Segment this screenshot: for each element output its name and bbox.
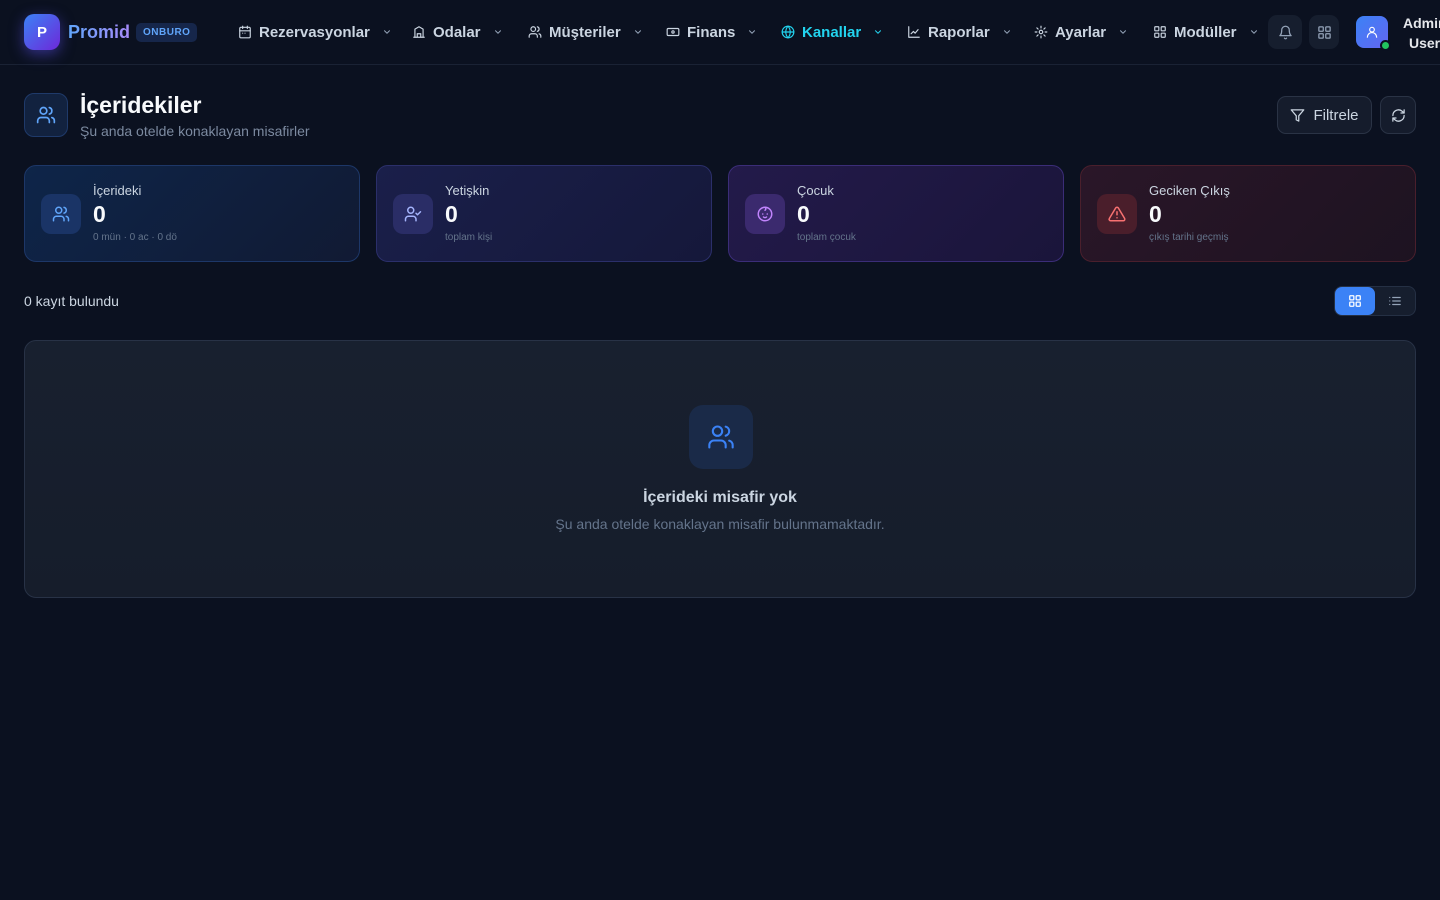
stat-label: İçerideki (93, 183, 142, 198)
page-subtitle: Şu anda otelde konaklayan misafirler (80, 123, 310, 139)
user-name-line1: Admin (1403, 15, 1440, 31)
stat-label: Yetişkin (445, 183, 490, 198)
stat-label: Geciken Çıkış (1149, 183, 1230, 198)
user-name-line2: User (1409, 35, 1440, 51)
stat-note: toplam çocuk (797, 232, 856, 243)
stat-card-cocuk: Çocuk 0 toplam çocuk (728, 165, 1064, 262)
calendar-icon (238, 25, 252, 39)
refresh-icon (1391, 108, 1406, 123)
empty-state-subtitle: Şu anda otelde konaklayan misafir bulunm… (555, 516, 885, 532)
record-count: 0 kayıt bulundu (24, 293, 119, 309)
globe-icon (781, 25, 795, 39)
users-icon (41, 194, 81, 234)
chevron-down-icon (382, 27, 392, 37)
grid-icon (1348, 294, 1362, 308)
stat-value: 0 (1149, 201, 1162, 227)
page-title: İçeridekiler (80, 92, 202, 118)
user-icon (1365, 25, 1379, 39)
nav-kanallar[interactable]: Kanallar (781, 20, 883, 44)
grid-icon (1153, 25, 1167, 39)
online-status-dot (1380, 40, 1391, 51)
view-toggle (1334, 286, 1416, 316)
empty-state: İçerideki misafir yok Şu anda otelde kon… (24, 340, 1416, 598)
nav-label: Rezervasyonlar (259, 23, 370, 41)
stat-note: çıkış tarihi geçmiş (1149, 232, 1229, 243)
nav-musteriler[interactable]: Müşteriler (528, 20, 643, 44)
avatar[interactable] (1356, 16, 1391, 51)
building-icon (412, 25, 426, 39)
stat-card-geciken-cikis: Geciken Çıkış 0 çıkış tarihi geçmiş (1080, 165, 1416, 262)
users-icon (528, 25, 542, 39)
filter-icon (1290, 108, 1305, 123)
chevron-down-icon (1118, 27, 1128, 37)
stat-label: Çocuk (797, 183, 834, 198)
grid-view-button[interactable] (1335, 287, 1375, 315)
nav-rezervasyonlar[interactable]: Rezervasyonlar (238, 20, 392, 44)
filter-label: Filtrele (1313, 106, 1359, 124)
stat-value: 0 (445, 201, 458, 227)
chevron-down-icon (873, 27, 883, 37)
nav-label: Raporlar (928, 23, 990, 41)
chevron-down-icon (493, 27, 503, 37)
stat-note: toplam kişi (445, 232, 493, 243)
nav-finans[interactable]: Finans (666, 20, 757, 44)
stat-card-iceride: İçerideki 0 0 mün · 0 ac · 0 dö (24, 165, 360, 262)
nav-label: Modüller (1174, 23, 1237, 41)
grid-icon (1317, 25, 1332, 40)
gear-icon (1034, 25, 1048, 39)
chevron-down-icon (747, 27, 757, 37)
filter-button[interactable]: Filtrele (1277, 96, 1372, 134)
users-icon (689, 405, 753, 469)
nav-odalar[interactable]: Odalar (412, 20, 503, 44)
baby-icon (745, 194, 785, 234)
stat-card-yetiskin: Yetişkin 0 toplam kişi (376, 165, 712, 262)
logo[interactable]: P (24, 14, 60, 50)
stat-value: 0 (797, 201, 810, 227)
chevron-down-icon (633, 27, 643, 37)
module-badge: ONBURO (136, 23, 198, 42)
nav-label: Kanallar (802, 23, 862, 41)
nav-label: Müşteriler (549, 23, 621, 41)
top-navbar: P Promid ONBURO Rezervasyonlar Odalar Mü… (0, 0, 1440, 65)
warning-icon (1097, 194, 1137, 234)
list-icon (1388, 294, 1402, 308)
nav-moduller[interactable]: Modüller (1153, 20, 1259, 44)
list-view-button[interactable] (1375, 287, 1415, 315)
chevron-down-icon (1002, 27, 1012, 37)
notifications-button[interactable] (1268, 15, 1302, 49)
user-name[interactable]: Admin User (1403, 13, 1440, 53)
nav-raporlar[interactable]: Raporlar (907, 20, 1012, 44)
logo-letter: P (36, 23, 47, 41)
user-check-icon (393, 194, 433, 234)
page-icon (24, 93, 68, 137)
brand-name[interactable]: Promid (68, 21, 130, 43)
users-icon (36, 105, 56, 125)
nav-label: Odalar (433, 23, 481, 41)
chart-icon (907, 25, 921, 39)
stat-value: 0 (93, 201, 106, 227)
money-icon (666, 25, 680, 39)
nav-label: Finans (687, 23, 736, 41)
apps-button[interactable] (1309, 15, 1339, 49)
empty-state-title: İçerideki misafir yok (643, 489, 797, 506)
bell-icon (1278, 25, 1293, 40)
stat-note: 0 mün · 0 ac · 0 dö (93, 232, 177, 243)
nav-label: Ayarlar (1055, 23, 1107, 41)
chevron-down-icon (1249, 27, 1259, 37)
nav-ayarlar[interactable]: Ayarlar (1034, 20, 1128, 44)
refresh-button[interactable] (1380, 96, 1416, 134)
